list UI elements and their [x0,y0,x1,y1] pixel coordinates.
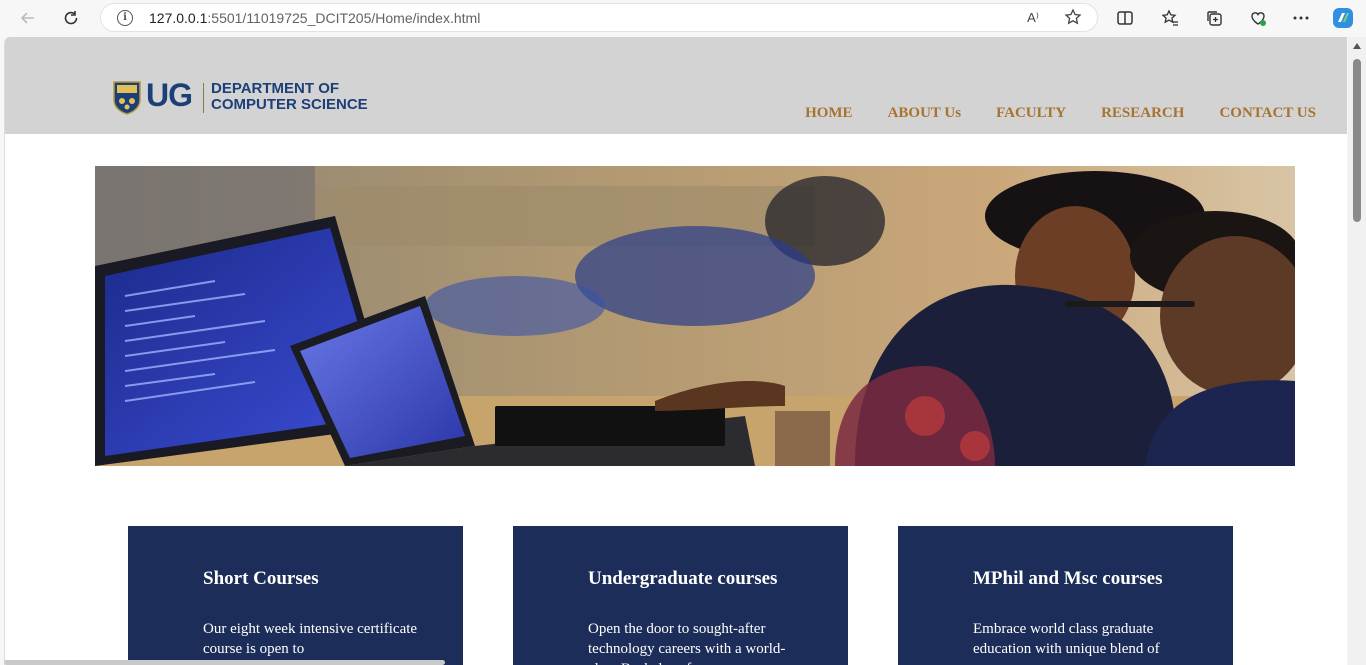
logo-line-2: COMPUTER SCIENCE [211,96,368,113]
card-undergraduate[interactable]: Undergraduate courses Open the door to s… [513,526,848,665]
favorite-star-icon[interactable] [1063,8,1083,28]
main-nav: HOME ABOUT Us FACULTY RESEARCH CONTACT U… [805,105,1316,122]
nav-home[interactable]: HOME [805,105,853,122]
copilot-icon[interactable] [1330,5,1356,31]
card-title: Undergraduate courses [588,568,778,589]
browser-essentials-icon[interactable] [1245,5,1271,31]
vertical-scrollbar[interactable] [1348,37,1366,665]
more-icon[interactable] [1288,5,1314,31]
url-host: 127.0.0.1 [149,10,208,26]
url-text: 127.0.0.1:5501/11019725_DCIT205/Home/ind… [149,10,480,26]
card-mphil-msc[interactable]: MPhil and Msc courses Embrace world clas… [898,526,1233,665]
card-title: MPhil and Msc courses [973,568,1163,589]
card-short-courses[interactable]: Short Courses Our eight week intensive c… [128,526,463,665]
card-text: Our eight week intensive certificate cou… [203,621,418,657]
nav-research[interactable]: RESEARCH [1101,105,1184,122]
horizontal-scrollbar[interactable] [4,660,445,665]
nav-faculty[interactable]: FACULTY [996,105,1066,122]
logo-divider [203,83,204,113]
read-aloud-icon[interactable]: A⁾ [1023,8,1043,28]
site-header: UG DEPARTMENT OF COMPUTER SCIENCE HOME A… [5,37,1347,134]
logo-ug-text: UG [146,77,193,113]
scroll-up-arrow-icon[interactable] [1353,43,1361,49]
card-text: Open the door to sought-after technology… [588,621,786,665]
logo-department-text: DEPARTMENT OF COMPUTER SCIENCE [211,81,368,113]
refresh-icon[interactable] [58,5,84,31]
nav-about[interactable]: ABOUT Us [888,105,962,122]
page-viewport: UG DEPARTMENT OF COMPUTER SCIENCE HOME A… [4,37,1347,665]
card-title: Short Courses [203,568,319,589]
favorites-icon[interactable] [1157,5,1183,31]
scrollbar-thumb[interactable] [1353,59,1361,222]
hero-image [95,166,1295,466]
browser-toolbar: i 127.0.0.1:5501/11019725_DCIT205/Home/i… [0,0,1366,36]
ug-logo[interactable]: UG DEPARTMENT OF COMPUTER SCIENCE [113,77,383,117]
back-icon[interactable] [15,5,41,31]
logo-line-1: DEPARTMENT OF [211,80,340,97]
address-bar[interactable]: i 127.0.0.1:5501/11019725_DCIT205/Home/i… [100,3,1098,32]
crest-icon [113,81,141,115]
site-info-icon[interactable]: i [117,10,133,26]
url-path: :5501/11019725_DCIT205/Home/index.html [207,10,481,26]
nav-contact[interactable]: CONTACT US [1219,105,1316,122]
card-text: Embrace world class graduate education w… [973,621,1160,657]
collections-icon[interactable] [1201,5,1227,31]
split-screen-icon[interactable] [1112,5,1138,31]
